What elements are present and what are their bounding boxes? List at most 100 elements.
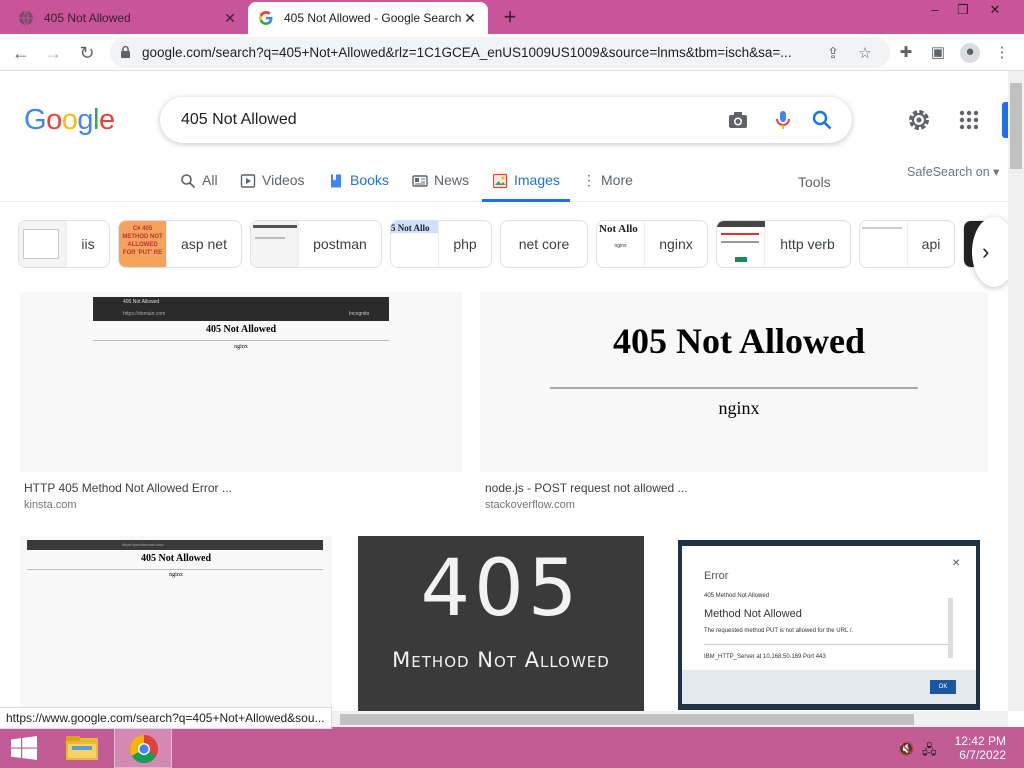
new-tab-button[interactable]: + <box>498 4 522 30</box>
search-box[interactable]: 405 Not Allowed <box>160 97 852 143</box>
chip-label: nginx <box>659 236 693 252</box>
browser-tab-1[interactable]: 405 Not Allowed ✕ <box>8 2 248 34</box>
logo-letter: o <box>46 104 62 136</box>
share-icon[interactable]: ⇪ <box>824 44 842 62</box>
tab-images[interactable]: Images <box>482 172 570 202</box>
logo-letter: e <box>98 104 115 136</box>
tab-label: Books <box>350 172 389 188</box>
bookmark-star-icon[interactable]: ☆ <box>856 44 874 62</box>
microphone-icon[interactable] <box>772 109 794 131</box>
windows-taskbar: 🔇 🖧 12:42 PM 6/7/2022 <box>0 727 1024 768</box>
file-explorer-taskbar-button[interactable] <box>52 728 110 768</box>
image-result-4[interactable]: 405 Method Not Allowed <box>358 536 644 711</box>
side-panel-icon[interactable]: ▣ <box>928 43 948 63</box>
browser-toolbar: ← → ↻ google.com/search?q=405+Not+Allowe… <box>0 34 1024 71</box>
network-icon[interactable]: 🖧 <box>922 741 938 757</box>
play-icon <box>240 174 256 188</box>
browser-tab-title: 405 Not Allowed - Google Search <box>284 11 462 25</box>
tab-label: More <box>601 172 633 188</box>
related-search-chips: iis C# 405 METHOD NOT ALLOWED FOR 'PUT' … <box>0 203 1016 287</box>
scrollbar-thumb[interactable] <box>340 714 914 725</box>
image-result-3[interactable]: https://yourdomain.com 405 Not Allowed n… <box>20 536 332 711</box>
browser-tab-title: 405 Not Allowed <box>44 11 131 25</box>
chip-nginx[interactable]: Not Allo nginx nginx <box>596 220 708 268</box>
thumbnail-subtitle: nginx <box>169 572 183 578</box>
result-source[interactable]: stackoverflow.com <box>485 499 575 511</box>
chip-api[interactable]: api <box>859 220 955 268</box>
chip-thumbnail: Not Allo nginx <box>597 221 645 267</box>
result-source[interactable]: kinsta.com <box>24 499 77 511</box>
chip-asp-net[interactable]: C# 405 METHOD NOT ALLOWED FOR 'PUT' RE a… <box>118 220 242 268</box>
tab-more[interactable]: ⋮ More <box>582 172 633 202</box>
result-thumbnail[interactable]: 405 Not Allowed https://domain.com Incog… <box>20 292 462 472</box>
volume-muted-icon[interactable]: 🔇 <box>898 741 914 757</box>
back-arrow-icon[interactable]: ← <box>8 40 34 66</box>
result-thumbnail[interactable]: 405 Method Not Allowed <box>358 536 644 711</box>
dialog-heading: Method Not Allowed <box>704 608 802 620</box>
browser-tab-2[interactable]: 405 Not Allowed - Google Search ✕ <box>248 2 488 34</box>
logo-letter: G <box>24 104 47 136</box>
chip-postman[interactable]: postman <box>250 220 382 268</box>
close-tab-icon[interactable]: ✕ <box>462 10 478 27</box>
apps-grid-icon[interactable] <box>958 109 980 131</box>
close-tab-icon[interactable]: ✕ <box>222 10 238 27</box>
chip-thumbnail-text: 5 Not Allo <box>391 221 438 233</box>
chrome-taskbar-button[interactable] <box>114 728 172 768</box>
tab-label: Images <box>514 172 560 188</box>
close-window-button[interactable]: ✕ <box>980 2 1010 22</box>
dialog-line-1: 405 Method Not Allowed <box>704 593 770 599</box>
result-thumbnail[interactable]: Error ✕ 405 Method Not Allowed Method No… <box>678 540 980 710</box>
camera-icon[interactable] <box>727 109 749 131</box>
chip-label: api <box>921 236 941 252</box>
address-bar[interactable]: google.com/search?q=405+Not+Allowed&rlz=… <box>110 37 890 68</box>
search-input[interactable]: 405 Not Allowed <box>181 111 297 129</box>
image-result-5[interactable]: Error ✕ 405 Method Not Allowed Method No… <box>678 540 980 710</box>
minimize-button[interactable]: – <box>920 2 950 22</box>
settings-gear-icon[interactable] <box>906 107 932 133</box>
extensions-puzzle-icon[interactable]: ✚ <box>896 43 916 63</box>
image-result-2[interactable]: 405 Not Allowed nginx node.js - POST req… <box>480 292 988 512</box>
google-logo[interactable]: Google <box>24 104 115 137</box>
tab-news[interactable]: News <box>412 172 469 202</box>
result-thumbnail[interactable]: https://yourdomain.com 405 Not Allowed n… <box>20 536 332 711</box>
safesearch-toggle[interactable]: SafeSearch on ▾ <box>907 164 999 179</box>
chip-net-core[interactable]: net core <box>500 220 588 268</box>
maximize-button[interactable]: ❐ <box>948 2 978 22</box>
chrome-icon <box>130 735 158 763</box>
more-dots-icon: ⋮ <box>582 172 596 188</box>
chip-thumbnail: 5 Not Allo <box>391 221 439 267</box>
chip-label: postman <box>313 236 367 252</box>
result-caption[interactable]: node.js - POST request not allowed ... <box>485 481 688 495</box>
tab-videos[interactable]: Videos <box>240 172 305 202</box>
tab-label: Videos <box>262 172 305 188</box>
search-icon[interactable] <box>811 109 833 131</box>
windows-start-icon[interactable] <box>10 736 38 760</box>
forward-arrow-icon[interactable]: → <box>40 40 66 66</box>
chip-php[interactable]: 5 Not Allo php <box>390 220 492 268</box>
image-result-1[interactable]: 405 Not Allowed https://domain.com Incog… <box>20 292 462 512</box>
chip-thumbnail <box>19 221 67 267</box>
menu-kebab-icon[interactable]: ⋮ <box>992 43 1012 63</box>
vertical-scrollbar[interactable] <box>1008 71 1024 711</box>
search-type-tabs: All Videos Books News Images ⋮ More Tool… <box>0 162 1010 202</box>
taskbar-clock[interactable]: 12:42 PM 6/7/2022 <box>946 734 1006 762</box>
reload-icon[interactable]: ↻ <box>74 40 100 66</box>
thumbnail-subtitle: Method Not Allowed <box>392 648 610 672</box>
result-thumbnail[interactable]: 405 Not Allowed nginx <box>480 292 988 472</box>
clock-time: 12:42 PM <box>954 734 1006 748</box>
chip-iis[interactable]: iis <box>18 220 110 268</box>
chip-http-verb[interactable]: http verb <box>716 220 851 268</box>
globe-icon <box>19 10 33 26</box>
result-caption[interactable]: HTTP 405 Method Not Allowed Error ... <box>24 481 232 495</box>
google-g-icon <box>259 11 273 25</box>
image-icon <box>492 173 508 189</box>
dialog-line-2: The requested method PUT is not allowed … <box>704 628 854 634</box>
thumbnail-subtitle: nginx <box>234 344 248 350</box>
thumbnail-browser-bar: 405 Not Allowed https://domain.com Incog… <box>93 297 389 321</box>
tools-button[interactable]: Tools <box>798 174 831 190</box>
profile-avatar-icon[interactable]: ● <box>960 43 980 63</box>
scrollbar-thumb[interactable] <box>1010 83 1022 169</box>
tab-books[interactable]: Books <box>328 172 389 202</box>
chip-thumbnail <box>251 221 299 267</box>
tab-all[interactable]: All <box>180 172 218 202</box>
